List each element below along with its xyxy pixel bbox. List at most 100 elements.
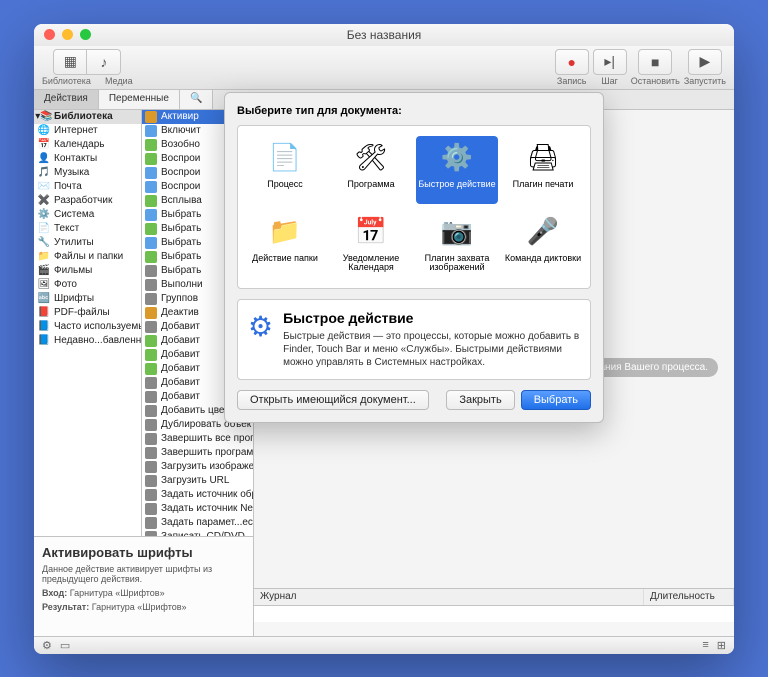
sidebar-item[interactable]: 📁Файлы и папки xyxy=(34,250,141,264)
sidebar-item[interactable]: 🔤Шрифты xyxy=(34,292,141,306)
action-icon xyxy=(145,265,157,277)
view-grid-icon[interactable]: ⊞ xyxy=(717,639,726,652)
gear-icon[interactable]: ⚙ xyxy=(42,639,52,652)
category-icon: 🔧 xyxy=(38,237,50,249)
category-icon: 📕 xyxy=(38,307,50,319)
action-icon xyxy=(145,377,157,389)
category-icon: ✉️ xyxy=(38,181,50,193)
record-button[interactable]: ● xyxy=(555,49,589,75)
action-row[interactable]: Загрузить изображения xyxy=(142,460,253,474)
doc-type-icon: 📅 xyxy=(349,214,393,250)
action-icon xyxy=(145,503,157,515)
category-icon: 🔤 xyxy=(38,293,50,305)
library-toggle[interactable]: ▦ xyxy=(53,49,87,75)
doc-type-card[interactable]: 🖨Плагин печати xyxy=(502,136,584,204)
category-icon: 👤 xyxy=(38,153,50,165)
action-icon xyxy=(145,517,157,529)
category-icon: ⚙️ xyxy=(38,209,50,221)
doc-type-card[interactable]: 🛠Программа xyxy=(330,136,412,204)
action-icon xyxy=(145,447,157,459)
sidebar-item[interactable]: 🎵Музыка xyxy=(34,166,141,180)
action-icon xyxy=(145,307,157,319)
smart-folder[interactable]: 📘Недавно...бавленные xyxy=(34,334,141,348)
sidebar-item[interactable]: ⚙️Система xyxy=(34,208,141,222)
action-icon xyxy=(145,461,157,473)
pane-toggle-icon[interactable]: ▭ xyxy=(60,639,70,652)
smart-folder[interactable]: 📘Часто используемые xyxy=(34,320,141,334)
doc-type-card[interactable]: 🎤Команда диктовки xyxy=(502,210,584,278)
sidebar-item[interactable]: 🖼Фото xyxy=(34,278,141,292)
window-title: Без названия xyxy=(34,28,734,42)
sidebar-item[interactable]: 📄Текст xyxy=(34,222,141,236)
statusbar: ⚙ ▭ ≡ ⊞ xyxy=(34,636,734,654)
sidebar-item[interactable]: 🎬Фильмы xyxy=(34,264,141,278)
action-icon xyxy=(145,321,157,333)
action-icon xyxy=(145,223,157,235)
doc-type-icon: 📁 xyxy=(263,214,307,250)
action-row[interactable]: Завершить программу xyxy=(142,446,253,460)
doc-type-icon: 📄 xyxy=(263,140,307,176)
action-icon xyxy=(145,125,157,137)
close-button[interactable]: Закрыть xyxy=(446,390,514,410)
document-type-sheet: Выберите тип для документа: 📄Процесс🛠Про… xyxy=(224,92,604,423)
library-root[interactable]: ▾📚Библиотека xyxy=(34,110,141,124)
doc-type-card[interactable]: 📁Действие папки xyxy=(244,210,326,278)
action-row[interactable]: Задать парамет...ескольких томов xyxy=(142,516,253,530)
category-icon: 🖼 xyxy=(38,279,50,291)
view-list-icon[interactable]: ≡ xyxy=(702,639,708,651)
doc-type-icon: ⚙️ xyxy=(435,140,479,176)
folder-icon: 📘 xyxy=(38,335,50,347)
action-row[interactable]: Загрузить URL xyxy=(142,474,253,488)
document-type-grid: 📄Процесс🛠Программа⚙️Быстрое действие🖨Пла… xyxy=(237,125,591,289)
action-icon xyxy=(145,293,157,305)
sidebar-item[interactable]: 👤Контакты xyxy=(34,152,141,166)
tab-actions[interactable]: Действия xyxy=(34,90,99,109)
action-info-panel: Активировать шрифты Данное действие акти… xyxy=(34,536,254,636)
doc-type-icon: 🎤 xyxy=(521,214,565,250)
doc-type-card[interactable]: 📄Процесс xyxy=(244,136,326,204)
automator-window: Без названия ▦ ♪ БиблиотекаМедиа ●Запись… xyxy=(34,24,734,654)
choose-button[interactable]: Выбрать xyxy=(521,390,591,410)
action-icon xyxy=(145,363,157,375)
sidebar-item[interactable]: ✉️Почта xyxy=(34,180,141,194)
sidebar-item[interactable]: 📅Календарь xyxy=(34,138,141,152)
sheet-heading: Выберите тип для документа: xyxy=(237,105,591,117)
category-icon: 📄 xyxy=(38,223,50,235)
doc-type-card[interactable]: 📷Плагин захвата изображений xyxy=(416,210,498,278)
action-icon xyxy=(145,167,157,179)
doc-type-icon: 🖨 xyxy=(521,140,565,176)
action-row[interactable]: Завершить все программы xyxy=(142,432,253,446)
run-button[interactable]: ▶ xyxy=(688,49,722,75)
media-toggle[interactable]: ♪ xyxy=(87,49,121,75)
search-field[interactable]: 🔍 xyxy=(180,90,213,109)
category-icon: 🎵 xyxy=(38,167,50,179)
action-icon xyxy=(145,111,157,123)
action-icon xyxy=(145,349,157,361)
action-row[interactable]: Задать источник NetRestore xyxy=(142,502,253,516)
action-icon xyxy=(145,195,157,207)
sidebar-item[interactable]: 🔧Утилиты xyxy=(34,236,141,250)
folder-icon: 📘 xyxy=(38,321,50,333)
action-icon xyxy=(145,419,157,431)
sidebar-item[interactable]: 🌐Интернет xyxy=(34,124,141,138)
info-title: Активировать шрифты xyxy=(42,545,245,560)
category-icon: 🌐 xyxy=(38,125,50,137)
action-icon xyxy=(145,153,157,165)
sidebar-item[interactable]: ✖️Разработчик xyxy=(34,194,141,208)
action-row[interactable]: Задать источник образа xyxy=(142,488,253,502)
doc-type-icon: 📷 xyxy=(435,214,479,250)
toolbar: ▦ ♪ БиблиотекаМедиа ●Запись ▸|Шаг ■Остан… xyxy=(34,46,734,90)
canvas-hint: ания Вашего процесса. xyxy=(589,358,718,377)
type-description: ⚙ Быстрое действие Быстрые действия — эт… xyxy=(237,299,591,380)
stop-button[interactable]: ■ xyxy=(638,49,672,75)
category-icon: ✖️ xyxy=(38,195,50,207)
sidebar-item[interactable]: 📕PDF-файлы xyxy=(34,306,141,320)
action-icon xyxy=(145,237,157,249)
doc-type-card[interactable]: ⚙️Быстрое действие xyxy=(416,136,498,204)
category-icon: 📅 xyxy=(38,139,50,151)
action-icon xyxy=(145,489,157,501)
tab-variables[interactable]: Переменные xyxy=(99,90,180,109)
open-existing-button[interactable]: Открыть имеющийся документ... xyxy=(237,390,429,410)
step-button[interactable]: ▸| xyxy=(593,49,627,75)
doc-type-card[interactable]: 📅Уведомление Календаря xyxy=(330,210,412,278)
